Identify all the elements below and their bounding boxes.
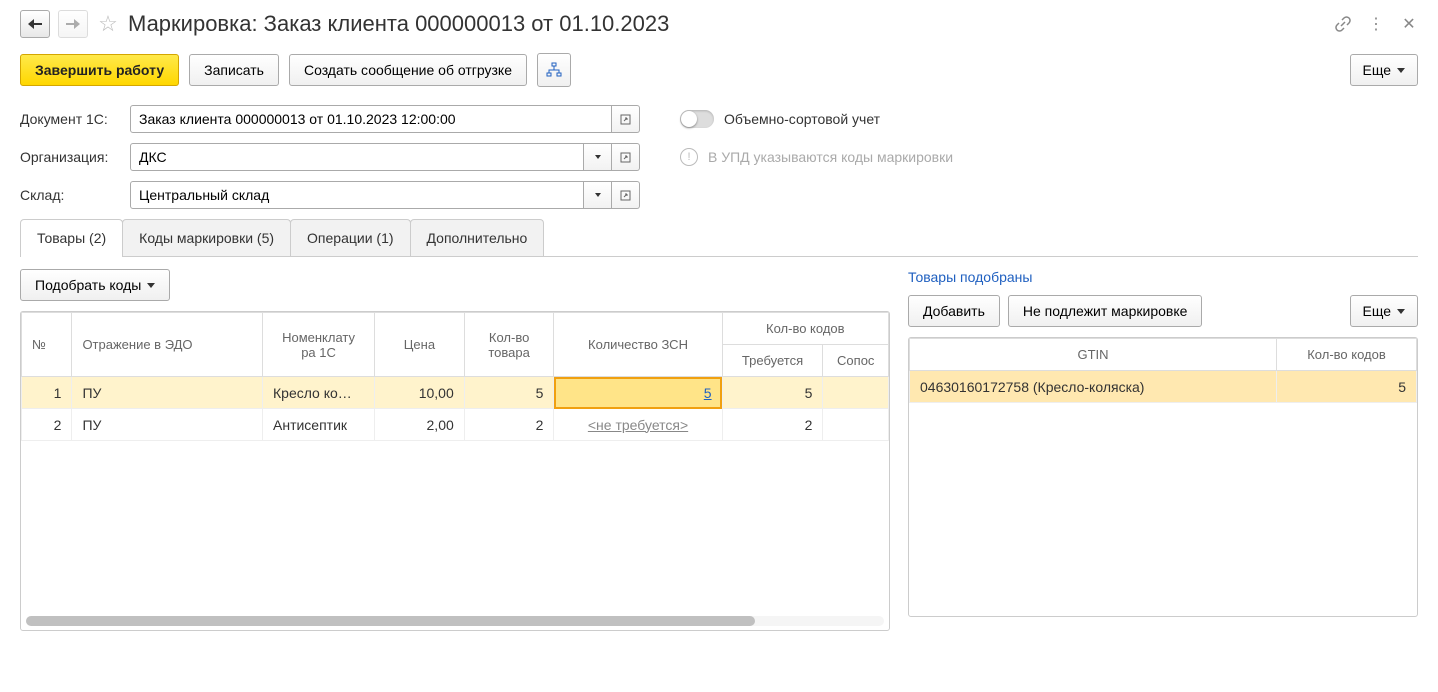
col-required: Требуется bbox=[722, 345, 823, 377]
open-icon bbox=[620, 152, 631, 163]
volume-sort-toggle[interactable] bbox=[680, 110, 714, 128]
col-qty-codes: Кол-во кодов bbox=[1277, 339, 1417, 371]
table-row[interactable]: 04630160172758 (Кресло-коляска) 5 bbox=[910, 371, 1417, 403]
info-icon: ! bbox=[680, 148, 698, 166]
finish-work-button[interactable]: Завершить работу bbox=[20, 54, 179, 86]
col-matched: Сопос bbox=[823, 345, 889, 377]
col-edo: Отражение в ЭДО bbox=[72, 313, 263, 377]
document-input[interactable] bbox=[130, 105, 612, 133]
tab-additional[interactable]: Дополнительно bbox=[410, 219, 545, 256]
pick-codes-label: Подобрать коды bbox=[35, 277, 141, 293]
goods-selected-link[interactable]: Товары подобраны bbox=[908, 269, 1032, 285]
pick-codes-button[interactable]: Подобрать коды bbox=[20, 269, 170, 301]
col-qty-zsn: Количество ЗСН bbox=[554, 313, 722, 377]
tab-operations[interactable]: Операции (1) bbox=[290, 219, 411, 256]
organization-input[interactable] bbox=[130, 143, 584, 171]
link-icon[interactable] bbox=[1334, 15, 1352, 33]
chevron-down-icon bbox=[1397, 309, 1405, 314]
not-required-link[interactable]: <не требуется> bbox=[588, 417, 688, 433]
upd-info-text: В УПД указываются коды маркировки bbox=[708, 149, 953, 165]
chevron-down-icon bbox=[595, 155, 601, 159]
volume-sort-label: Объемно-сортовой учет bbox=[724, 111, 880, 127]
horizontal-scrollbar[interactable] bbox=[26, 616, 884, 626]
hierarchy-icon bbox=[546, 62, 562, 78]
favorite-star-icon[interactable]: ☆ bbox=[96, 12, 120, 36]
col-qty-codes: Кол-во кодов bbox=[722, 313, 888, 345]
structure-button[interactable] bbox=[537, 53, 571, 87]
open-organization-button[interactable] bbox=[612, 143, 640, 171]
create-shipment-message-button[interactable]: Создать сообщение об отгрузке bbox=[289, 54, 527, 86]
col-nomenclature: Номенклату ра 1С bbox=[263, 313, 375, 377]
add-button[interactable]: Добавить bbox=[908, 295, 1000, 327]
not-subject-to-marking-button[interactable]: Не подлежит маркировке bbox=[1008, 295, 1203, 327]
open-icon bbox=[620, 190, 631, 201]
table-row[interactable]: 1 ПУ Кресло ко… 10,00 5 5 5 bbox=[22, 377, 889, 409]
col-price: Цена bbox=[375, 313, 465, 377]
warehouse-dropdown-button[interactable] bbox=[584, 181, 612, 209]
nav-back-button[interactable] bbox=[20, 10, 50, 38]
nav-forward-button[interactable] bbox=[58, 10, 88, 38]
page-title: Маркировка: Заказ клиента 000000013 от 0… bbox=[128, 11, 1326, 37]
more-label: Еще bbox=[1363, 62, 1392, 78]
arrow-left-icon bbox=[28, 19, 42, 29]
tab-goods[interactable]: Товары (2) bbox=[20, 219, 123, 256]
tab-marking-codes[interactable]: Коды маркировки (5) bbox=[122, 219, 291, 256]
table-row[interactable]: 2 ПУ Антисептик 2,00 2 <не требуется> 2 bbox=[22, 409, 889, 441]
more-label: Еще bbox=[1363, 303, 1392, 319]
document-label: Документ 1С: bbox=[20, 111, 120, 127]
warehouse-label: Склад: bbox=[20, 187, 120, 203]
gtin-table: GTIN Кол-во кодов 04630160172758 (Кресло… bbox=[909, 338, 1417, 403]
open-warehouse-button[interactable] bbox=[612, 181, 640, 209]
warehouse-input[interactable] bbox=[130, 181, 584, 209]
open-document-button[interactable] bbox=[612, 105, 640, 133]
more-actions-icon[interactable]: ⋮ bbox=[1367, 15, 1385, 33]
organization-label: Организация: bbox=[20, 149, 120, 165]
save-button[interactable]: Записать bbox=[189, 54, 279, 86]
right-more-button[interactable]: Еще bbox=[1350, 295, 1419, 327]
col-qty-goods: Кол-во товара bbox=[464, 313, 554, 377]
goods-table: № Отражение в ЭДО Номенклату ра 1С Цена … bbox=[21, 312, 889, 441]
open-icon bbox=[620, 114, 631, 125]
col-gtin: GTIN bbox=[910, 339, 1277, 371]
arrow-right-icon bbox=[66, 19, 80, 29]
chevron-down-icon bbox=[595, 193, 601, 197]
close-icon[interactable]: ✕ bbox=[1400, 15, 1418, 33]
chevron-down-icon bbox=[147, 283, 155, 288]
organization-dropdown-button[interactable] bbox=[584, 143, 612, 171]
chevron-down-icon bbox=[1397, 68, 1405, 73]
col-num: № bbox=[22, 313, 72, 377]
toolbar-more-button[interactable]: Еще bbox=[1350, 54, 1419, 86]
zsn-link[interactable]: 5 bbox=[704, 385, 712, 401]
